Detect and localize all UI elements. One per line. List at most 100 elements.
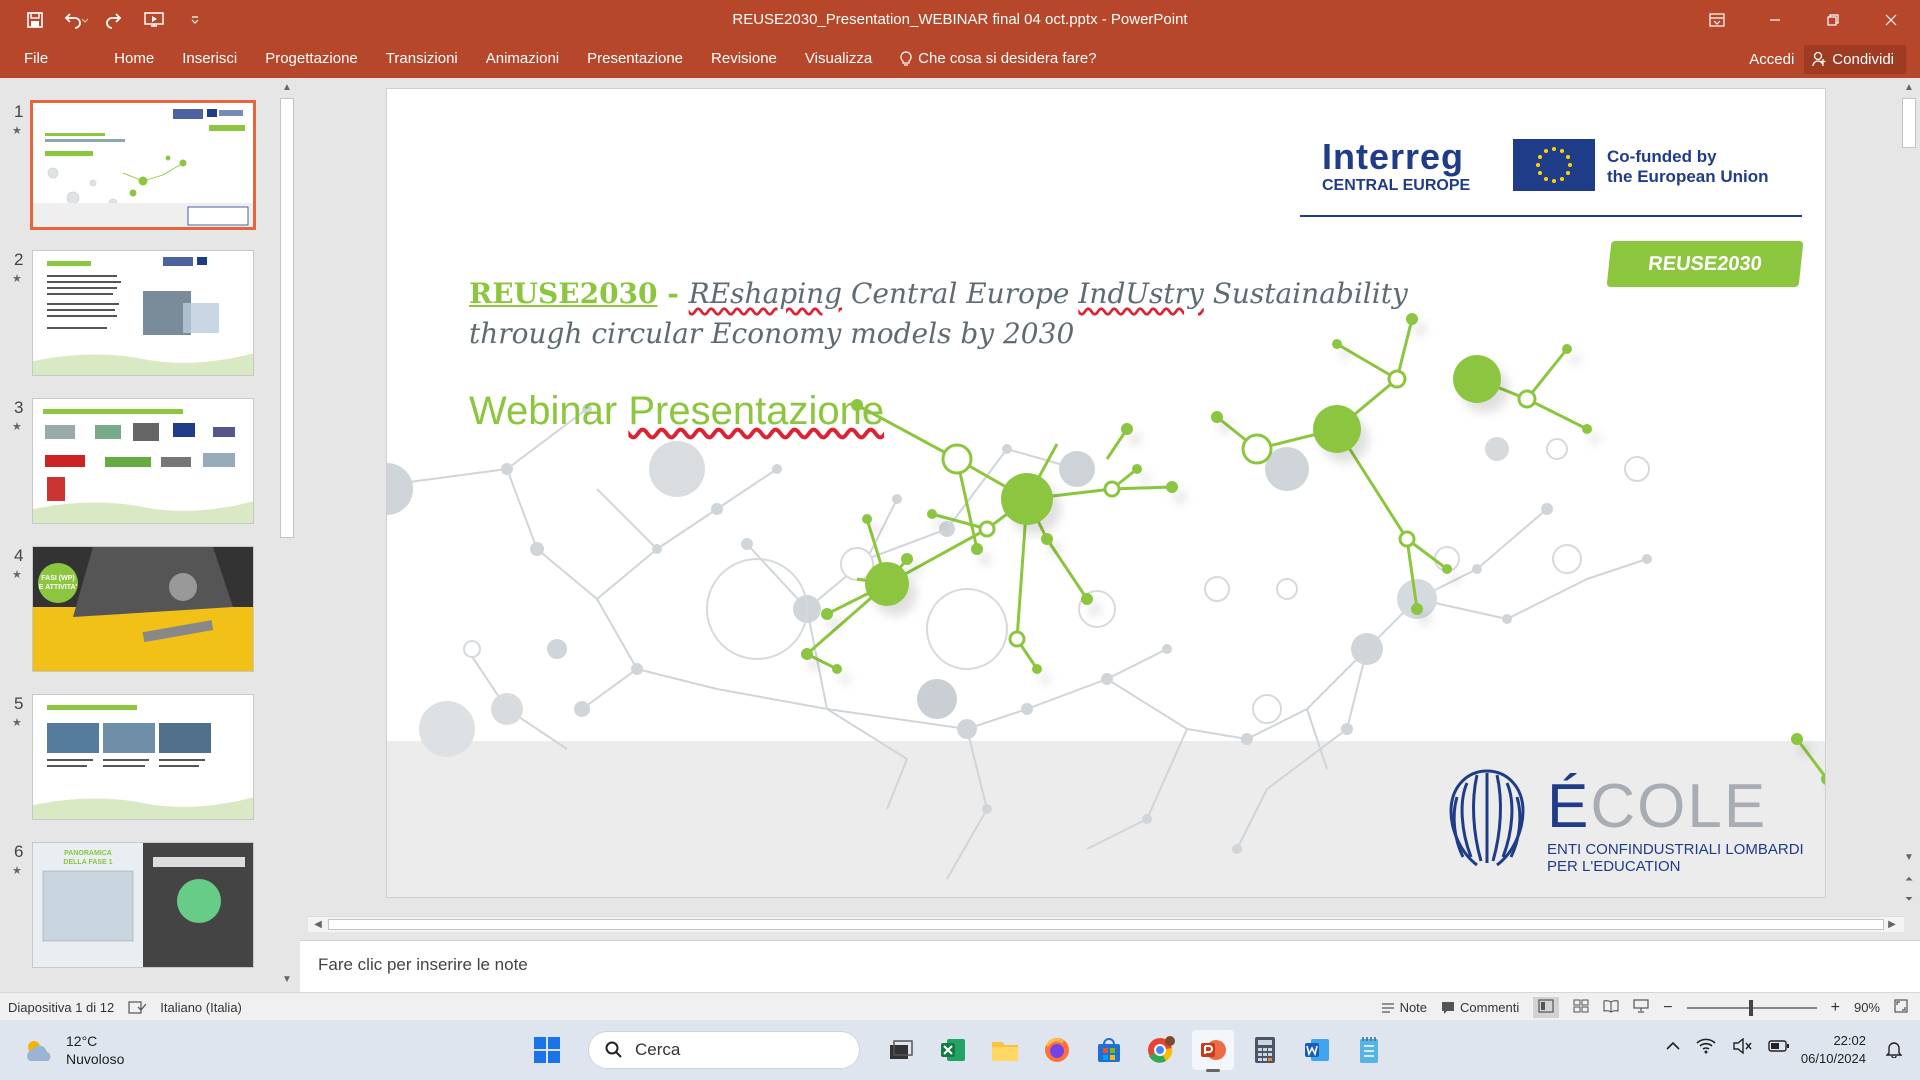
battery-icon[interactable] [1768,1039,1790,1053]
excel-icon[interactable] [932,1030,974,1070]
restore-icon[interactable] [1804,0,1862,40]
fit-to-window-icon[interactable] [1894,999,1908,1016]
notepad-icon[interactable] [1348,1030,1390,1070]
interreg-wordmark: Interreg [1322,136,1465,177]
slide-editor: Interreg CENTRAL EUROPE Co-funded by the… [300,78,1920,940]
slide-thumbnail-2[interactable] [32,250,254,376]
zoom-level[interactable]: 90% [1854,1000,1880,1015]
signin-link[interactable]: Accedi [1749,51,1794,68]
scroll-up-icon[interactable]: ▲ [1901,80,1917,96]
subtitle-webinar: Webinar [469,389,629,433]
notification-bell-icon[interactable] [1886,1040,1902,1058]
editor-vertical-scrollbar[interactable]: ▲ ▼ ⏶ ⏷ [1900,78,1918,914]
tab-home[interactable]: Home [100,40,168,78]
scroll-left-icon[interactable]: ◀ [310,917,326,933]
slide-title-line-2[interactable]: through circular Economy models by 2030 [469,317,1074,350]
slide-sorter-icon[interactable] [1573,999,1589,1016]
thumbnail-scrollbar[interactable]: ▲ ▼ [278,78,296,990]
search-placeholder: Cerca [635,1040,681,1059]
powerpoint-icon[interactable] [1192,1030,1234,1072]
slideshow-icon[interactable] [1633,999,1649,1016]
scroll-right-icon[interactable]: ▶ [1884,917,1900,933]
comments-toggle[interactable]: Commenti [1441,1000,1519,1015]
notes-pane[interactable]: Fare clic per inserire le note [300,940,1920,992]
notes-toggle[interactable]: Note [1381,1000,1427,1015]
svg-text:DELLA FASE 1: DELLA FASE 1 [63,859,112,866]
task-view-icon[interactable] [880,1030,922,1070]
language-indicator[interactable]: Italiano (Italia) [160,1000,242,1015]
scrollbar-thumb[interactable] [280,98,294,538]
slide-title-line-1[interactable]: REUSE2030 - REshaping Central Europe Ind… [469,277,1408,310]
window-controls [1688,0,1920,40]
spelling-check-icon[interactable] [128,1000,147,1015]
tab-presentazione[interactable]: Presentazione [573,40,697,78]
next-slide-icon[interactable]: ⏷ [1901,892,1917,908]
slide-thumbnail-1[interactable] [30,100,256,230]
share-label: Condividi [1832,50,1894,68]
taskbar-search-box[interactable]: Cerca [588,1031,860,1069]
slide-thumbnail-5[interactable] [32,694,254,820]
editor-horizontal-scrollbar[interactable]: ◀ ▶ [308,916,1904,932]
microsoft-store-icon[interactable] [1088,1030,1130,1070]
tab-revisione[interactable]: Revisione [697,40,791,78]
windows-start-icon[interactable] [526,1030,568,1070]
close-icon[interactable] [1862,0,1920,40]
notes-label: Note [1399,1000,1428,1015]
slide-number: 5 [14,694,24,713]
ribbon-display-options-icon[interactable] [1688,0,1746,40]
zoom-out-icon[interactable]: − [1663,999,1672,1017]
slide-thumbnail-3[interactable] [32,398,254,524]
calculator-icon[interactable] [1244,1030,1286,1070]
tell-me-box[interactable]: Che cosa si desidera fare? [886,40,1110,78]
slide-canvas[interactable]: Interreg CENTRAL EUROPE Co-funded by the… [386,88,1826,898]
star-icon: ★ [12,125,22,137]
word-icon[interactable] [1296,1030,1338,1070]
star-icon: ★ [12,273,22,285]
title-brand: REUSE2030 [469,277,658,310]
tab-transizioni[interactable]: Transizioni [372,40,472,78]
scroll-up-icon[interactable]: ▲ [279,80,295,96]
system-clock[interactable]: 22:02 06/10/2024 [1801,1032,1866,1068]
normal-view-icon[interactable] [1533,997,1560,1018]
file-explorer-icon[interactable] [984,1030,1026,1070]
zoom-slider[interactable] [1686,999,1817,1016]
ecole-sub-line-2: PER L'EDUCATION [1547,858,1681,875]
status-bar: Diapositiva 1 di 12 Italiano (Italia) No… [0,992,1920,1020]
zoom-in-icon[interactable]: + [1831,999,1840,1017]
scroll-down-icon[interactable]: ▼ [1901,850,1917,866]
slide-thumbnail-4[interactable]: FASI (WP) E ATTIVITA' [32,546,254,672]
scrollbar-thumb[interactable] [328,919,1884,930]
show-hidden-icons-icon[interactable] [1666,1041,1680,1051]
tab-inserisci[interactable]: Inserisci [168,40,251,78]
clock-time: 22:02 [1833,1033,1866,1048]
firefox-icon[interactable] [1036,1030,1078,1070]
tab-visualizza[interactable]: Visualizza [791,40,886,78]
interreg-subtitle: CENTRAL EUROPE [1322,177,1471,194]
tab-progettazione[interactable]: Progettazione [251,40,372,78]
lightbulb-icon [900,51,912,66]
eu-line-1: Co-funded by [1607,147,1717,166]
speaker-muted-icon[interactable] [1732,1038,1752,1054]
zoom-slider-knob[interactable] [1748,999,1753,1016]
share-button[interactable]: Condividi [1804,44,1906,74]
tab-file[interactable]: File [0,40,72,78]
svg-text:FASI (WP): FASI (WP) [41,575,74,582]
slide-subtitle[interactable]: Webinar Presentazione [469,389,884,434]
notes-placeholder: Fare clic per inserire le note [318,955,528,974]
scrollbar-thumb[interactable] [1902,98,1916,148]
slide-thumbnail-pane: 1 ★ 2 ★ 3 ★ 4 ★ FASI (WP) E ATTIVITA' 5 … [0,78,298,990]
title-word-sustainability: Sustainability [1203,277,1408,310]
previous-slide-icon[interactable]: ⏶ [1901,872,1917,888]
reading-view-icon[interactable] [1603,999,1619,1016]
slide-thumbnail-6[interactable]: PANORAMICA DELLA FASE 1 [32,842,254,968]
slide-number: 2 [14,250,24,269]
comment-icon [1442,1001,1455,1014]
confindustria-logo-icon [1437,761,1537,878]
scroll-down-icon[interactable]: ▼ [279,972,295,988]
wifi-icon[interactable] [1696,1038,1716,1054]
slide-number: 3 [14,398,24,417]
tab-animazioni[interactable]: Animazioni [472,40,573,78]
minimize-icon[interactable] [1746,0,1804,40]
chrome-icon[interactable] [1140,1030,1182,1070]
weather-widget[interactable]: 12°C Nuvoloso [22,1032,124,1068]
